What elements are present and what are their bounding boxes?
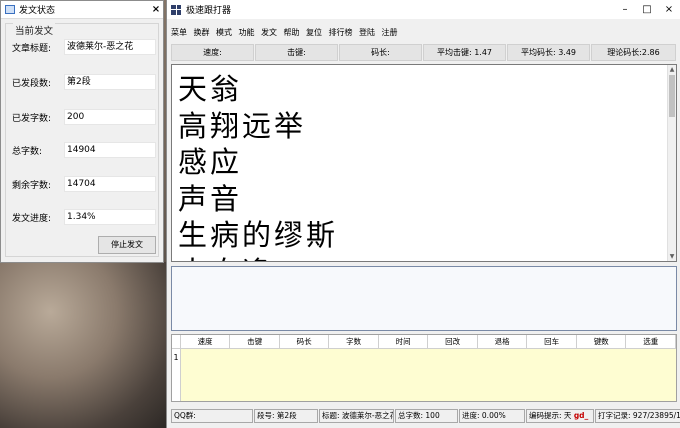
typing-main-window: 极速跟打器 – □ × 菜单 换群 模式 功能 发文 帮助 复位 排行榜 登陆 …	[166, 0, 680, 428]
row-send-progress: 发文进度: 1.34%	[12, 209, 156, 225]
article-title-label: 文章标题:	[12, 43, 52, 54]
status-segment: 段号: 第2段	[254, 409, 318, 423]
reference-text-lines: 天翁 高翔远举 感应 声音 生病的缪斯 大自逢	[178, 71, 339, 262]
stat-code-length: 码长:	[339, 44, 422, 61]
text-line: 大自逢	[178, 254, 338, 262]
stat-speed: 速度:	[171, 44, 254, 61]
table-row[interactable]: 1	[172, 349, 676, 401]
menu-item-send-text[interactable]: 发文	[261, 27, 277, 38]
minimize-icon[interactable]: –	[614, 4, 636, 15]
stat-theory-code-length: 理论码长:2.86	[591, 44, 676, 61]
remaining-chars-label: 剩余字数:	[12, 180, 52, 191]
row-sent-chars: 已发字数: 200	[12, 109, 156, 125]
menu-item-function[interactable]: 功能	[239, 27, 255, 38]
code-hint-label: 编码提示: 天	[529, 411, 572, 420]
sent-segments-field[interactable]: 第2段	[64, 74, 156, 90]
total-chars-field[interactable]: 14904	[64, 142, 156, 158]
col-keys[interactable]: 键数	[577, 335, 627, 348]
results-grid: 速度 击键 码长 字数 时间 回改 退格 回车 键数 选重 1	[171, 334, 677, 402]
stat-avg-code-length: 平均码长: 3.49	[507, 44, 590, 61]
close-icon[interactable]: ×	[149, 4, 163, 15]
code-hint-value: gd_	[573, 411, 589, 420]
menu-item-menu[interactable]: 菜单	[171, 27, 187, 38]
stat-keystroke: 击键:	[255, 44, 338, 61]
col-keystroke[interactable]: 击键	[230, 335, 280, 348]
scroll-up-icon[interactable]: ▲	[668, 65, 676, 74]
row-sent-segments: 已发段数: 第2段	[12, 74, 156, 90]
menu-item-switch-group[interactable]: 换群	[194, 27, 210, 38]
status-qq-group: QQ群:	[171, 409, 253, 423]
row-number: 1	[172, 349, 181, 401]
close-icon[interactable]: ×	[658, 4, 680, 15]
send-progress-field[interactable]: 1.34%	[64, 209, 156, 225]
menu-item-mode[interactable]: 模式	[216, 27, 232, 38]
col-speed[interactable]: 速度	[181, 335, 231, 348]
reference-text-area[interactable]: 天翁 高翔远举 感应 声音 生病的缪斯 大自逢 ▲ ▼	[171, 64, 677, 262]
app-grid-icon	[171, 4, 181, 15]
send-status-title: 发文状态	[19, 6, 56, 16]
col-chars[interactable]: 字数	[329, 335, 379, 348]
col-code-length[interactable]: 码长	[280, 335, 330, 348]
status-title: 标题: 波德莱尔-恶之花	[319, 409, 394, 423]
window-icon	[5, 5, 15, 14]
status-total-chars: 总字数: 100	[395, 409, 458, 423]
stat-avg-keystroke: 平均击键: 1.47	[423, 44, 506, 61]
status-code-hint: 编码提示: 天 gd_	[526, 409, 594, 423]
stats-bar: 速度: 击键: 码长: 平均击键: 1.47 平均码长: 3.49 理论码长:2…	[171, 44, 677, 61]
row-total-chars: 总字数: 14904	[12, 142, 156, 158]
menu-bar: 菜单 换群 模式 功能 发文 帮助 复位 排行榜 登陆 注册	[171, 27, 404, 38]
remaining-chars-field[interactable]: 14704	[64, 176, 156, 192]
grid-header: 速度 击键 码长 字数 时间 回改 退格 回车 键数 选重	[172, 335, 676, 349]
col-corrections[interactable]: 回改	[428, 335, 478, 348]
send-status-titlebar: 发文状态 ×	[1, 1, 163, 19]
menu-item-reset[interactable]: 复位	[306, 27, 322, 38]
main-title: 极速跟打器	[186, 6, 232, 16]
text-line: 感应	[178, 145, 243, 179]
menu-item-register[interactable]: 注册	[382, 27, 398, 38]
desktop-background	[0, 262, 168, 428]
menu-item-login[interactable]: 登陆	[359, 27, 375, 38]
text-line: 生病的缪斯	[178, 218, 339, 252]
status-bar: QQ群: 段号: 第2段 标题: 波德莱尔-恶之花 总字数: 100 进度: 0…	[171, 409, 680, 423]
col-enter[interactable]: 回车	[527, 335, 577, 348]
status-typing-record: 打字记录: 927/23895/15天	[595, 409, 680, 423]
scroll-thumb[interactable]	[669, 75, 675, 117]
sent-chars-label: 已发字数:	[12, 113, 52, 124]
text-scrollbar[interactable]: ▲ ▼	[667, 65, 676, 261]
group-label: 当前发文	[13, 23, 56, 37]
typing-input-area[interactable]	[171, 266, 677, 331]
col-reselect[interactable]: 选重	[626, 335, 676, 348]
article-title-field[interactable]: 波德莱尔-恶之花	[64, 39, 156, 55]
sent-segments-label: 已发段数:	[12, 78, 52, 89]
menu-item-help[interactable]: 帮助	[284, 27, 300, 38]
send-progress-label: 发文进度:	[12, 213, 52, 224]
row-remaining-chars: 剩余字数: 14704	[12, 176, 156, 192]
scroll-down-icon[interactable]: ▼	[668, 252, 676, 261]
menu-item-leaderboard[interactable]: 排行榜	[329, 27, 353, 38]
send-status-window: 发文状态 × 当前发文 文章标题: 波德莱尔-恶之花 已发段数: 第2段 已发字…	[0, 0, 164, 263]
row-cells[interactable]	[181, 349, 676, 401]
maximize-icon[interactable]: □	[636, 4, 658, 15]
stop-send-button[interactable]: 停止发文	[98, 236, 156, 254]
current-send-group: 当前发文 文章标题: 波德莱尔-恶之花 已发段数: 第2段 已发字数: 200 …	[5, 23, 159, 257]
total-chars-label: 总字数:	[12, 146, 43, 157]
main-titlebar: 极速跟打器 – □ ×	[167, 0, 680, 19]
text-line: 声音	[178, 181, 243, 216]
grid-corner	[172, 335, 181, 348]
col-time[interactable]: 时间	[379, 335, 429, 348]
col-backspace[interactable]: 退格	[478, 335, 528, 348]
text-line: 天翁	[178, 72, 243, 106]
status-progress: 进度: 0.00%	[459, 409, 525, 423]
row-article-title: 文章标题: 波德莱尔-恶之花	[12, 39, 156, 55]
text-line: 高翔远举	[178, 108, 307, 143]
sent-chars-field[interactable]: 200	[64, 109, 156, 125]
